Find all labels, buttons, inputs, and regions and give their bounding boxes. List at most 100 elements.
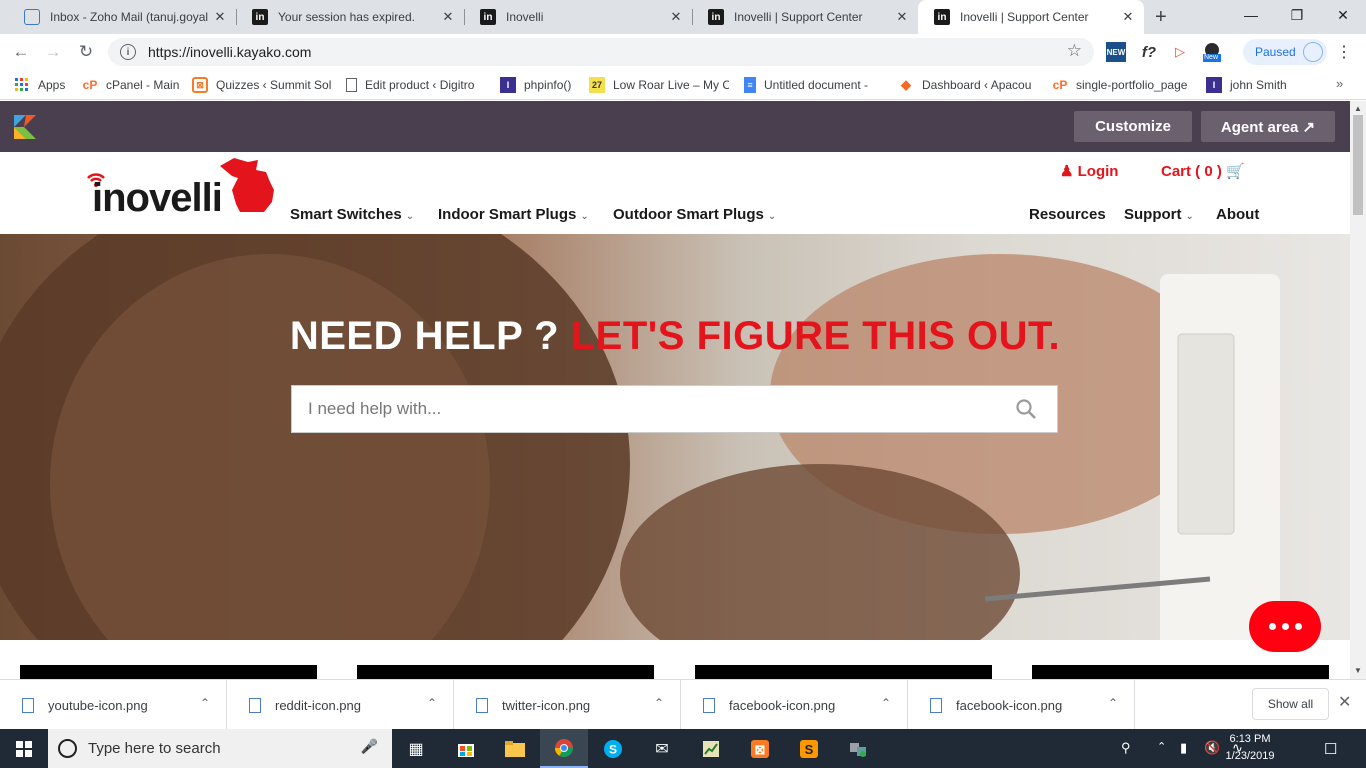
help-search-input[interactable] xyxy=(292,386,992,432)
close-icon[interactable]: ✕ xyxy=(668,9,684,25)
spreadsheet-app-icon[interactable] xyxy=(687,729,735,768)
battery-icon[interactable]: ▮ xyxy=(1180,740,1187,756)
download-item[interactable]: facebook-icon.png ⌃ xyxy=(908,680,1135,730)
nav-resources[interactable]: Resources xyxy=(1029,206,1106,223)
logo-wordmark: inovelli xyxy=(92,176,223,220)
scroll-down-icon[interactable]: ▼ xyxy=(1354,666,1362,675)
news-extension-icon[interactable]: NEW xyxy=(1106,42,1126,62)
chrome-icon[interactable] xyxy=(540,729,588,768)
store-icon[interactable] xyxy=(442,729,490,768)
profile-paused-button[interactable]: Paused xyxy=(1243,39,1327,65)
address-bar[interactable]: i https://inovelli.kayako.com ☆ xyxy=(108,38,1094,66)
bookmark-star-icon[interactable]: ☆ xyxy=(1067,41,1082,61)
chevron-up-icon[interactable]: ⌃ xyxy=(1108,696,1118,710)
scrollbar-thumb[interactable] xyxy=(1353,115,1363,215)
skype-icon[interactable]: S xyxy=(589,729,637,768)
chevron-up-icon[interactable]: ⌃ xyxy=(881,696,891,710)
people-icon[interactable]: ⚲ xyxy=(1121,740,1131,756)
download-item[interactable]: youtube-icon.png ⌃ xyxy=(0,680,227,730)
url-text[interactable]: https://inovelli.kayako.com xyxy=(148,44,311,60)
new-tab-button[interactable]: + xyxy=(1155,6,1167,29)
task-view-icon[interactable]: ▦ xyxy=(392,729,440,768)
tab-session-expired[interactable]: in Your session has expired. ✕ xyxy=(236,0,464,34)
file-explorer-icon[interactable] xyxy=(491,729,539,768)
new-extension-icon[interactable]: New xyxy=(1202,42,1222,62)
bookmark-john-smith[interactable]: I john Smith xyxy=(1206,76,1306,94)
nav-smart-switches[interactable]: Smart Switches ⌄ xyxy=(290,206,414,223)
chevron-up-icon[interactable]: ⌃ xyxy=(1157,740,1166,753)
chevron-down-icon: ⌄ xyxy=(405,211,415,222)
maximize-icon[interactable]: ❐ xyxy=(1274,0,1320,30)
tab-inovelli[interactable]: in Inovelli ✕ xyxy=(464,0,692,34)
network-tool-icon[interactable] xyxy=(834,729,882,768)
taskbar-search-box[interactable]: Type here to search 🎤 xyxy=(48,729,392,768)
system-clock[interactable]: 6:13 PM 1/23/2019 xyxy=(1224,731,1276,765)
customize-button[interactable]: Customize xyxy=(1074,111,1192,142)
category-card[interactable] xyxy=(695,665,992,679)
microphone-icon[interactable]: 🎤 xyxy=(361,738,378,755)
nav-about[interactable]: About xyxy=(1216,206,1259,223)
login-link[interactable]: ♟ Login xyxy=(1060,162,1118,180)
close-icon[interactable]: ✕ xyxy=(1120,9,1136,25)
download-item[interactable]: reddit-icon.png ⌃ xyxy=(227,680,454,730)
agent-area-button[interactable]: Agent area ↗ xyxy=(1201,111,1335,142)
page-scrollbar[interactable]: ▲ ▼ xyxy=(1350,101,1366,679)
chevron-up-icon[interactable]: ⌃ xyxy=(200,696,210,710)
show-all-downloads-button[interactable]: Show all xyxy=(1252,688,1329,720)
help-search-box[interactable] xyxy=(291,385,1058,433)
xampp-icon[interactable]: ⊠ xyxy=(736,729,784,768)
bookmark-single-portfolio[interactable]: cP single-portfolio_page xyxy=(1052,76,1192,94)
search-icon[interactable] xyxy=(1015,398,1037,420)
close-window-icon[interactable]: ✕ xyxy=(1320,0,1366,30)
action-center-icon[interactable]: ☐ xyxy=(1324,740,1337,758)
forward-icon[interactable]: → xyxy=(42,41,64,63)
svg-text:⊠: ⊠ xyxy=(755,742,766,757)
bookmark-untitled-doc[interactable]: ≡ Untitled document - xyxy=(744,76,882,94)
bookmark-edit-product[interactable]: Edit product ‹ Digitro xyxy=(346,76,486,94)
function-extension-icon[interactable]: f? xyxy=(1139,42,1159,62)
bookmark-quizzes[interactable]: ⊠ Quizzes ‹ Summit Sol xyxy=(192,76,332,94)
close-icon[interactable]: ✕ xyxy=(1338,692,1351,712)
tab-support-center[interactable]: in Inovelli | Support Center ✕ xyxy=(692,0,918,34)
cast-extension-icon[interactable]: ▷ xyxy=(1170,42,1190,62)
download-filename: facebook-icon.png xyxy=(729,697,836,713)
download-item[interactable]: facebook-icon.png ⌃ xyxy=(681,680,908,730)
nav-support[interactable]: Support ⌄ xyxy=(1124,206,1194,223)
chevron-up-icon[interactable]: ⌃ xyxy=(654,696,664,710)
category-card[interactable] xyxy=(1032,665,1329,679)
chat-messenger-button[interactable] xyxy=(1249,601,1321,652)
kayako-logo-icon[interactable] xyxy=(14,115,36,139)
download-item[interactable]: twitter-icon.png ⌃ xyxy=(454,680,681,730)
close-icon[interactable]: ✕ xyxy=(440,9,456,25)
bookmark-phpinfo[interactable]: I phpinfo() xyxy=(500,76,580,94)
nav-outdoor-smart-plugs[interactable]: Outdoor Smart Plugs ⌄ xyxy=(613,206,776,223)
sublime-text-icon[interactable]: S xyxy=(785,729,833,768)
ellipsis-dot xyxy=(1294,623,1302,630)
close-icon[interactable]: ✕ xyxy=(212,9,228,25)
bookmark-dashboard[interactable]: ◆ Dashboard ‹ Apacou xyxy=(898,76,1038,94)
minimize-icon[interactable]: — xyxy=(1228,0,1274,30)
tab-title: Inovelli | Support Center xyxy=(960,10,1089,24)
volume-muted-icon[interactable]: 🔇 xyxy=(1204,740,1220,756)
reload-icon[interactable]: ↻ xyxy=(75,41,97,63)
more-bookmarks-icon[interactable]: » xyxy=(1336,76,1343,91)
ellipsis-dot xyxy=(1281,623,1289,630)
back-icon[interactable]: ← xyxy=(10,41,32,63)
nav-indoor-smart-plugs[interactable]: Indoor Smart Plugs ⌄ xyxy=(438,206,589,223)
tab-support-center-active[interactable]: in Inovelli | Support Center ✕ xyxy=(918,0,1144,34)
category-card[interactable] xyxy=(357,665,654,679)
tab-zoho-mail[interactable]: Inbox - Zoho Mail (tanuj.goyal ✕ xyxy=(8,0,236,34)
bookmark-cpanel[interactable]: cP cPanel - Main xyxy=(82,76,182,94)
inovelli-logo[interactable]: inovelli xyxy=(86,156,281,220)
chevron-up-icon[interactable]: ⌃ xyxy=(427,696,437,710)
bookmark-low-roar[interactable]: 27 Low Roar Live – My C xyxy=(589,76,729,94)
scroll-up-icon[interactable]: ▲ xyxy=(1354,104,1362,113)
info-icon[interactable]: i xyxy=(120,44,136,60)
close-icon[interactable]: ✕ xyxy=(894,9,910,25)
menu-kebab-icon[interactable]: ⋮ xyxy=(1334,42,1354,62)
windows-start-icon[interactable] xyxy=(0,729,48,768)
cart-link[interactable]: Cart ( 0 ) 🛒 xyxy=(1161,162,1245,180)
bookmark-apps[interactable]: Apps xyxy=(14,76,72,94)
mail-icon[interactable]: ✉ xyxy=(638,729,686,768)
category-card[interactable] xyxy=(20,665,317,679)
